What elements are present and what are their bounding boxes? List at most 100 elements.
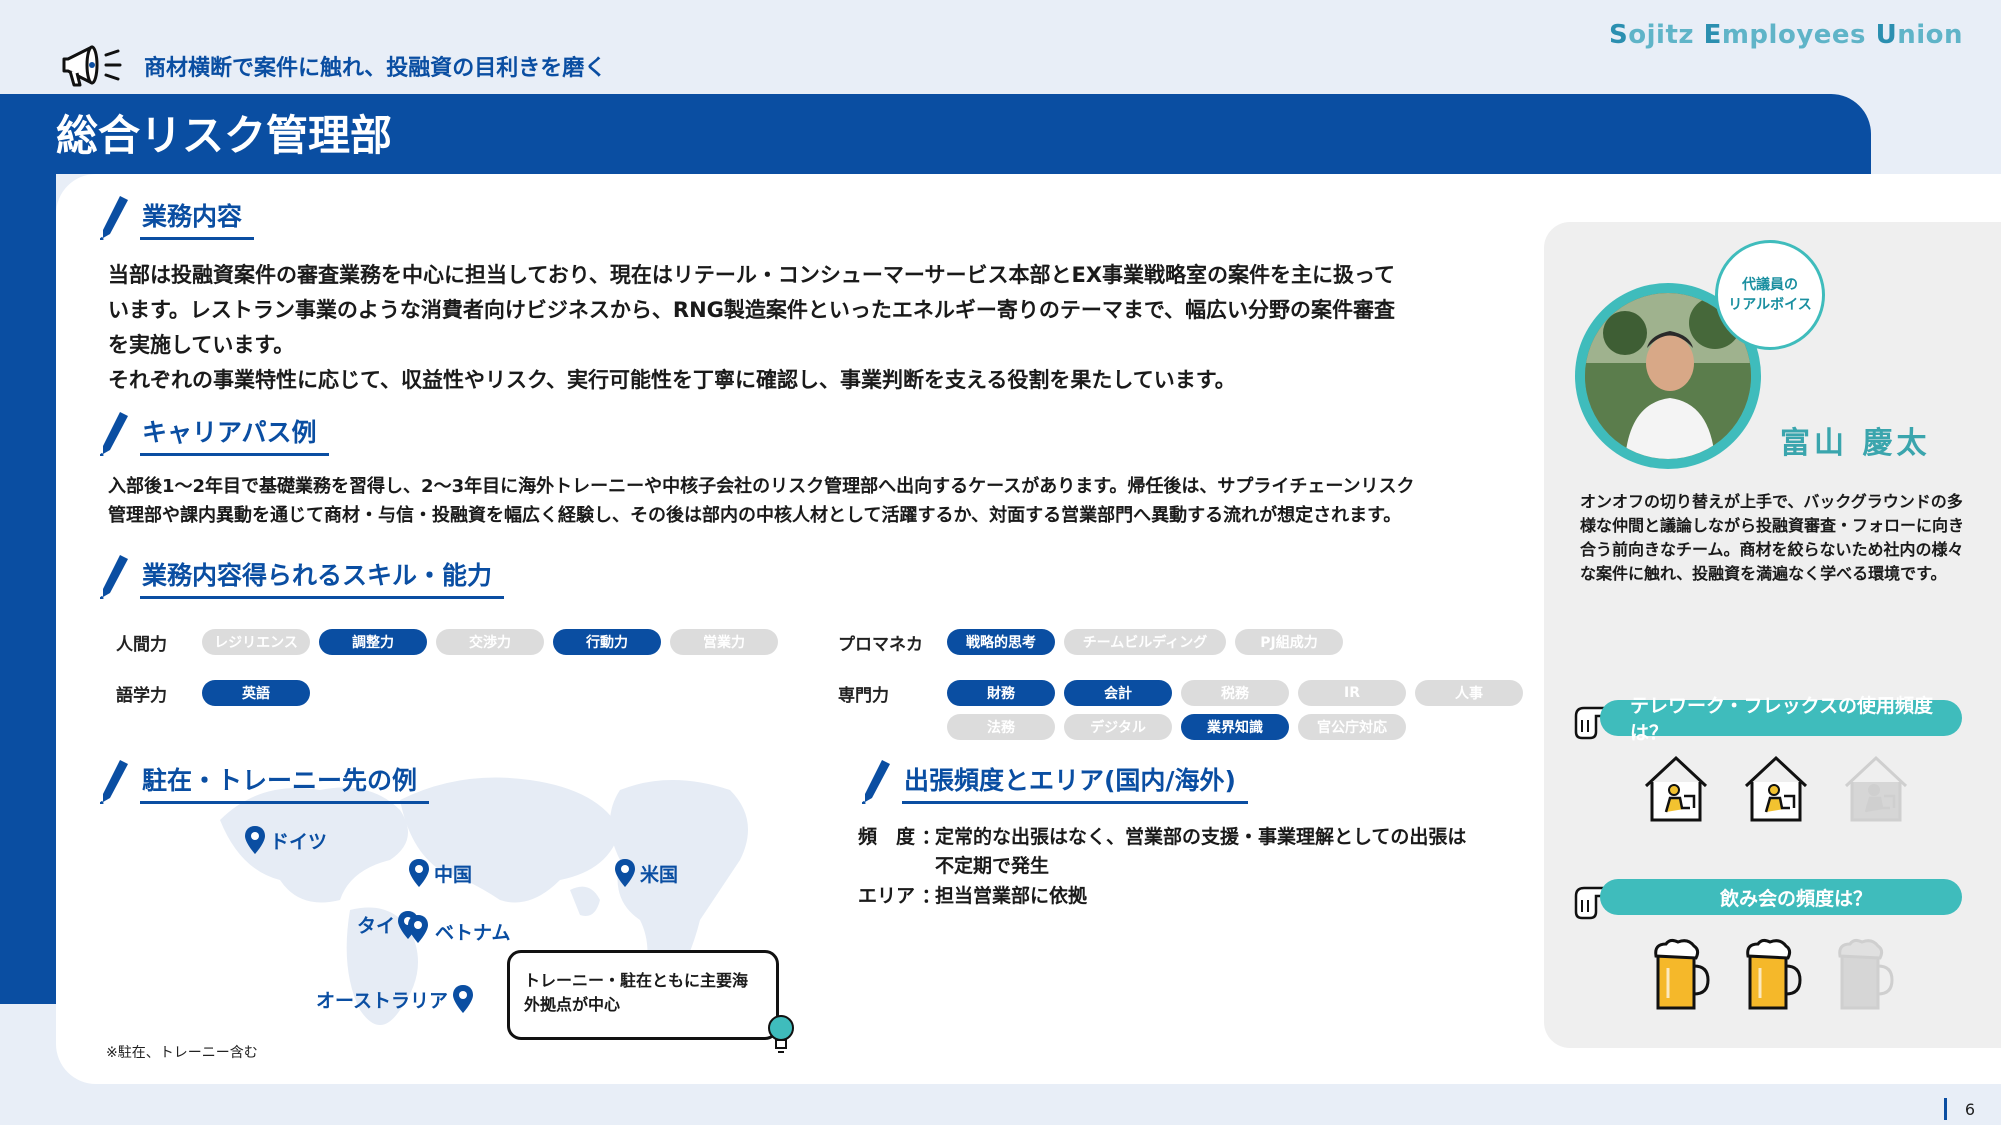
brand-word: ojitz <box>1628 20 1704 50</box>
section-business-heading: 業務内容 <box>100 194 255 240</box>
pin-label: ベトナム <box>435 922 511 944</box>
skill-pill: 調整力 <box>319 629 427 655</box>
business-line: います。レストラン事業のような消費者向けビジネスから、RNG製造案件といったエネ… <box>108 298 1396 322</box>
page-number-text: 6 <box>1964 1099 1975 1119</box>
beer-mug-icon <box>1746 938 1802 1010</box>
section-travel-heading: 出張頻度とエリア(国内/海外) <box>862 758 1248 804</box>
skill-pill: 法務 <box>947 714 1055 740</box>
travel-freq-value: 定常的な出張はなく、営業部の支援・事業理解としての出張は 不定期で発生 <box>935 823 1466 881</box>
section-overseas-heading: 駐在・トレーニー先の例 <box>100 758 430 804</box>
travel-freq-line: 不定期で発生 <box>935 855 1050 877</box>
telework-rating <box>1640 752 1912 824</box>
page-divider <box>1943 1098 1947 1120</box>
skill-pill: 税務 <box>1181 680 1289 706</box>
page-title: 総合リスク管理部 <box>56 111 393 160</box>
brand-word: mployees <box>1721 20 1876 50</box>
travel-freq-line: 定常的な出張はなく、営業部の支援・事業理解としての出張は <box>935 826 1467 848</box>
location-pin-icon <box>409 859 429 887</box>
business-line: 当部は投融資案件の審査業務を中心に担当しており、現在はリテール・コンシューマーサ… <box>108 263 1395 287</box>
pin-label: 米国 <box>640 863 679 886</box>
tagline-text: 商材横断で案件に触れ、投融資の目利きを磨く <box>144 56 607 81</box>
beer-mug-icon <box>1654 938 1710 1010</box>
map-pin-china: 中国 <box>408 858 472 888</box>
skill-category-label: 専門力 <box>838 686 889 706</box>
skill-pill: 人事 <box>1415 680 1523 706</box>
tagline: 商材横断で案件に触れ、投融資の目利きを磨く <box>58 44 606 88</box>
pencil-icon <box>100 412 128 456</box>
skill-pill: 官公庁対応 <box>1298 714 1406 740</box>
skill-pill: 会計 <box>1064 680 1172 706</box>
megaphone-icon <box>62 45 122 87</box>
location-pin-icon <box>245 826 265 854</box>
pencil-icon <box>862 760 890 804</box>
skill-pill: 行動力 <box>553 629 661 655</box>
map-pin-thailand-vietnam: タイ ベトナム <box>357 904 510 945</box>
skill-pill: 営業力 <box>670 629 778 655</box>
pin-label: 中国 <box>434 863 473 886</box>
house-work-icon-inactive <box>1844 755 1908 822</box>
skill-category-label: 語学力 <box>116 686 167 706</box>
skill-pill: PJ組成力 <box>1235 629 1343 655</box>
brand-logo: Sojitz Employees Union <box>1609 20 1963 50</box>
pencil-icon <box>100 555 128 599</box>
skill-pill: IR <box>1298 680 1406 706</box>
location-pin-icon <box>408 914 429 943</box>
pencil-icon <box>100 196 128 240</box>
section-travel-title: 出張頻度とエリア(国内/海外) <box>902 761 1248 804</box>
location-pin-icon <box>615 859 635 887</box>
skill-category-label: 人間力 <box>116 635 167 655</box>
brand-word: nion <box>1897 20 1963 50</box>
pin-label: タイ <box>357 915 396 937</box>
brand-capital: E <box>1703 20 1722 50</box>
pin-label: オーストラリア <box>316 989 449 1012</box>
skill-pill: 業界知識 <box>1181 714 1289 740</box>
travel-area-label: エリア ： <box>858 885 941 907</box>
skill-pill: 交渉力 <box>436 629 544 655</box>
travel-freq-label: 頻 度 ： <box>858 826 941 848</box>
telework-question: テレワーク・フレックスの使用頻度は？ <box>1600 695 1962 744</box>
section-business-title: 業務内容 <box>140 197 255 240</box>
left-accent-strip <box>0 174 56 1004</box>
brand-capital: S <box>1609 20 1629 50</box>
representative-description: オンオフの切り替えが上手で、バックグラウンドの多様な仲間と議論しながら投融資審査… <box>1580 492 1965 583</box>
representative-name: 富山 慶太 <box>1780 426 1931 461</box>
beer-mug-icon-inactive <box>1838 938 1894 1010</box>
skill-pill: 英語 <box>202 680 310 706</box>
business-line: それぞれの事業特性に応じて、収益性やリスク、実行可能性を丁寧に確認し、事業判断を… <box>108 368 1236 392</box>
travel-area-value: 担当営業部に依拠 <box>935 885 1088 907</box>
bubble-line: 代議員の <box>1741 277 1798 293</box>
drink-question: 飲み会の頻度は？ <box>1600 879 1962 915</box>
bubble-line: リアルボイス <box>1728 297 1812 313</box>
map-pin-germany: ドイツ <box>244 825 327 855</box>
overseas-callout: トレーニー・駐在ともに主要海 外拠点が中心 <box>507 950 779 1040</box>
business-line: を実施しています。 <box>108 333 295 357</box>
section-skills-title: 業務内容得られるスキル・能力 <box>140 556 505 599</box>
skill-pill: レジリエンス <box>202 629 310 655</box>
callout-line: 外拠点が中心 <box>524 995 621 1014</box>
skill-pill: チームビルディング <box>1064 629 1226 655</box>
skill-category-label: プロマネカ <box>838 635 923 655</box>
lightbulb-icon <box>768 1015 794 1053</box>
business-description: 当部は投融資案件の審査業務を中心に担当しており、現在はリテール・コンシューマーサ… <box>108 258 1528 398</box>
pencil-icon <box>100 760 128 804</box>
skill-pill: デジタル <box>1064 714 1172 740</box>
house-work-icon <box>1744 755 1808 822</box>
brand-capital: U <box>1875 20 1898 50</box>
skill-pill: 財務 <box>947 680 1055 706</box>
career-line: 管理部や課内異動を通じて商材・与信・投融資を幅広く経験し、その後は部内の中核人材… <box>108 505 1402 526</box>
section-career-title: キャリアパス例 <box>140 413 329 456</box>
map-pin-usa: 米国 <box>614 858 678 888</box>
career-description: 入部後1〜2年目で基礎業務を習得し、2〜3年目に海外トレーニーや中核子会社のリス… <box>108 472 1528 530</box>
overseas-note: ※駐在、トレーニー含む <box>106 1045 258 1061</box>
section-skills-heading: 業務内容得られるスキル・能力 <box>100 553 505 599</box>
page-number: 6 <box>1943 1098 1975 1120</box>
career-line: 入部後1〜2年目で基礎業務を習得し、2〜3年目に海外トレーニーや中核子会社のリス… <box>108 476 1415 497</box>
callout-line: トレーニー・駐在ともに主要海 <box>524 971 749 990</box>
section-career-heading: キャリアパス例 <box>100 410 329 456</box>
skill-pill: 戦略的思考 <box>947 629 1055 655</box>
drink-rating <box>1650 936 1896 1014</box>
pin-label: ドイツ <box>270 830 328 853</box>
location-pin-icon <box>453 985 474 1013</box>
section-overseas-title: 駐在・トレーニー先の例 <box>140 761 430 804</box>
map-pin-australia: オーストラリア <box>316 984 474 1014</box>
